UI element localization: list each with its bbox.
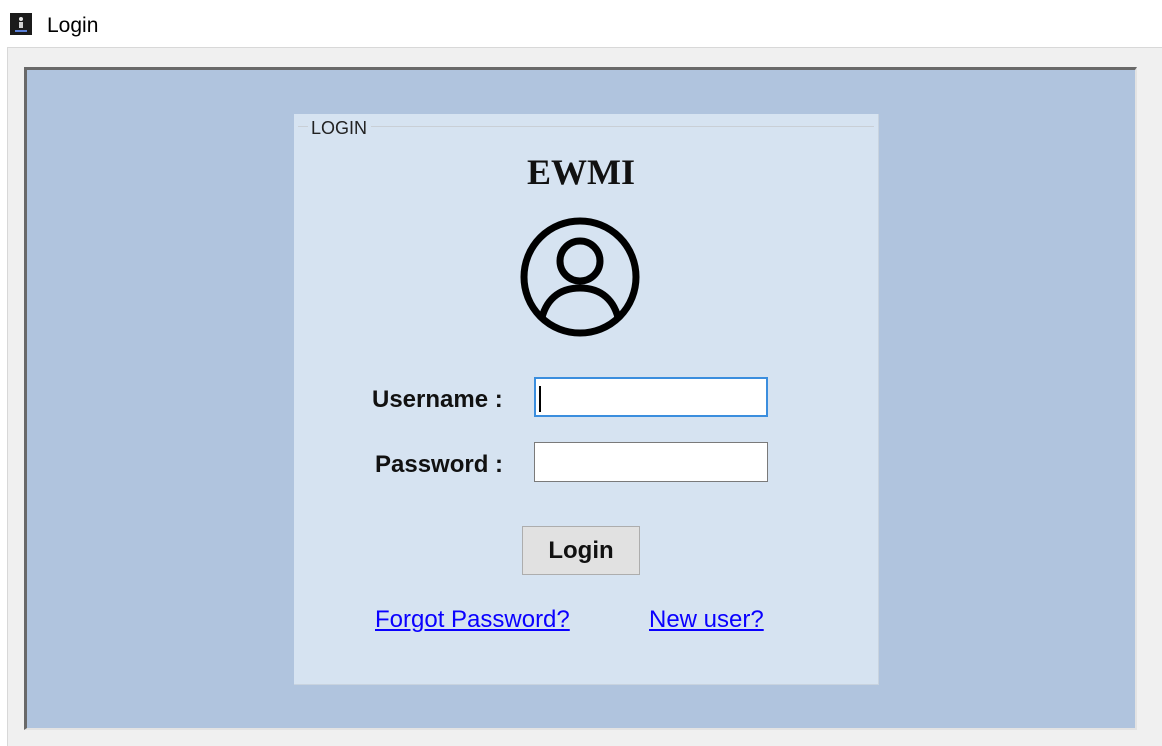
brand-title: EWMI — [527, 152, 635, 192]
window-title: Login — [47, 14, 99, 37]
password-label: Password : — [375, 451, 504, 478]
window-titlebar[interactable]: Login — [0, 0, 1162, 48]
forgot-password-link[interactable]: Forgot Password? — [375, 606, 570, 634]
new-user-link[interactable]: New user? — [649, 606, 764, 634]
group-box-label: LOGIN — [308, 117, 372, 139]
text-caret — [539, 386, 541, 412]
password-input[interactable] — [534, 442, 768, 482]
user-circle-icon — [520, 217, 640, 337]
login-button[interactable]: Login — [522, 526, 640, 575]
username-label: Username : — [372, 386, 503, 413]
group-box-border — [298, 126, 874, 127]
app-icon — [10, 13, 32, 35]
username-input[interactable] — [534, 377, 768, 417]
